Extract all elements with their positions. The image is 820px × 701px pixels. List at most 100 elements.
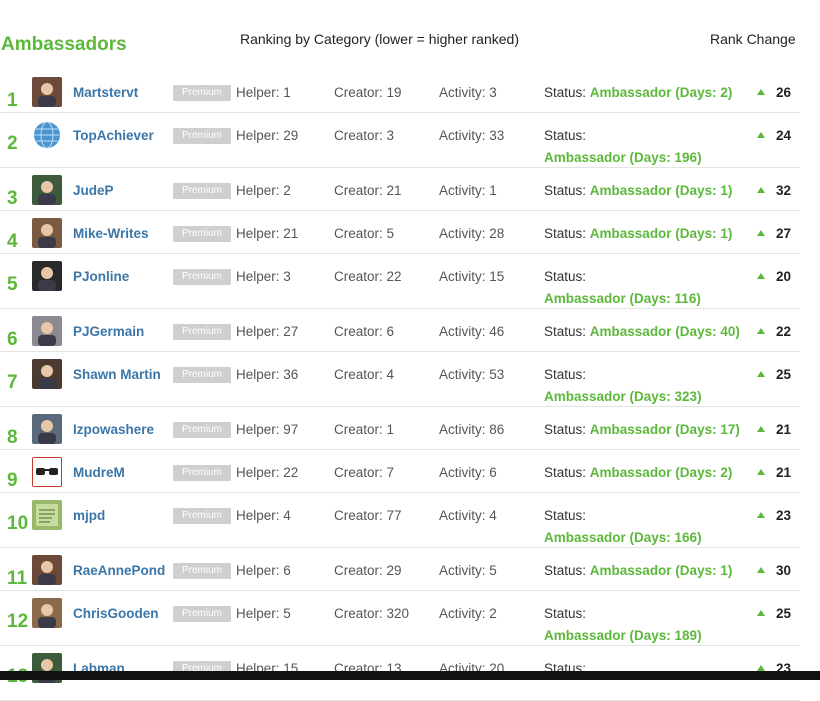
- user-name-link[interactable]: PJGermain: [73, 324, 144, 339]
- helper-value: 97: [283, 422, 299, 437]
- status-value: Ambassador (Days: 116): [544, 291, 701, 306]
- rank-up-arrow-icon: [757, 132, 765, 138]
- helper-rank: Helper: 6: [236, 563, 291, 578]
- avatar[interactable]: [32, 500, 62, 530]
- activity-label: Activity:: [439, 367, 490, 382]
- avatar[interactable]: [32, 414, 62, 444]
- note-icon: [32, 500, 62, 530]
- avatar[interactable]: [32, 261, 62, 291]
- activity-label: Activity:: [439, 508, 490, 523]
- table-row: 8 Izpowashere Premium Helper: 97 Creator: 1 A…: [0, 407, 800, 450]
- creator-value: 21: [386, 183, 402, 198]
- avatar[interactable]: [32, 457, 62, 487]
- premium-badge: Premium: [173, 367, 231, 383]
- rank-number: 10: [7, 513, 29, 534]
- rank-change-value: 22: [776, 324, 792, 339]
- rank-up-arrow-icon: [757, 469, 765, 475]
- creator-value: 320: [386, 606, 410, 621]
- table-row: 2 TopAchiever Premium Helper: 29 Creator: 3 A…: [0, 113, 800, 168]
- activity-label: Activity:: [439, 324, 490, 339]
- activity-rank: Activity: 46: [439, 324, 504, 339]
- helper-label: Helper:: [236, 465, 284, 480]
- creator-label: Creator:: [334, 606, 387, 621]
- premium-badge: Premium: [173, 508, 231, 524]
- rank-change-value: 23: [776, 508, 792, 523]
- creator-value: 4: [386, 367, 395, 382]
- rank-number: 6: [7, 329, 18, 350]
- activity-rank: Activity: 4: [439, 508, 497, 523]
- user-name-link[interactable]: mjpd: [73, 508, 105, 523]
- avatar[interactable]: [32, 77, 62, 107]
- helper-rank: Helper: 21: [236, 226, 298, 241]
- helper-value: 36: [283, 367, 299, 382]
- creator-rank: Creator: 21: [334, 183, 402, 198]
- rank-change-value: 20: [776, 269, 792, 284]
- avatar[interactable]: [32, 218, 62, 248]
- status-value: Ambassador (Days: 166): [544, 530, 702, 545]
- status-label: Status:: [544, 465, 590, 480]
- rank-number: 7: [7, 372, 18, 393]
- activity-rank: Activity: 33: [439, 128, 504, 143]
- premium-badge: Premium: [173, 606, 231, 622]
- helper-value: 29: [283, 128, 299, 143]
- user-name-link[interactable]: MudreM: [73, 465, 125, 480]
- status-value: Ambassador (Days: 323): [544, 389, 702, 404]
- glasses-icon: [32, 457, 62, 487]
- helper-rank: Helper: 22: [236, 465, 298, 480]
- helper-label: Helper:: [236, 269, 284, 284]
- helper-label: Helper:: [236, 508, 284, 523]
- rank-change-value: 25: [776, 606, 792, 621]
- status-label: Status:: [544, 422, 590, 437]
- photo-icon: [32, 598, 62, 628]
- creator-label: Creator:: [334, 465, 387, 480]
- creator-rank: Creator: 5: [334, 226, 394, 241]
- status-label: Status:: [544, 324, 590, 339]
- rank-up-arrow-icon: [757, 371, 765, 377]
- avatar[interactable]: [32, 120, 62, 150]
- rank-number: 3: [7, 188, 18, 209]
- rank-up-arrow-icon: [757, 610, 765, 616]
- user-name-link[interactable]: Martstervt: [73, 85, 138, 100]
- table-row: 12 ChrisGooden Premium Helper: 5 Creator: 32…: [0, 591, 800, 646]
- avatar[interactable]: [32, 359, 62, 389]
- avatar[interactable]: [32, 175, 62, 205]
- avatar[interactable]: [32, 598, 62, 628]
- premium-badge: Premium: [173, 324, 231, 340]
- status-field: Status: Ambassador (Days: 1): [544, 183, 732, 198]
- user-name-link[interactable]: Mike-Writes: [73, 226, 149, 241]
- rank-change-value: 25: [776, 367, 792, 382]
- user-name-link[interactable]: Izpowashere: [73, 422, 154, 437]
- user-name-link[interactable]: PJonline: [73, 269, 129, 284]
- activity-value: 46: [489, 324, 505, 339]
- creator-value: 77: [386, 508, 402, 523]
- user-name-link[interactable]: ChrisGooden: [73, 606, 159, 621]
- status-label: Status:: [544, 183, 590, 198]
- table-row: 4 Mike-Writes Premium Helper: 21 Creator: 5 A…: [0, 211, 800, 254]
- user-name-link[interactable]: TopAchiever: [73, 128, 154, 143]
- activity-rank: Activity: 28: [439, 226, 504, 241]
- helper-rank: Helper: 29: [236, 128, 298, 143]
- activity-value: 5: [489, 563, 497, 578]
- avatar[interactable]: [32, 316, 62, 346]
- helper-value: 21: [283, 226, 299, 241]
- helper-value: 27: [283, 324, 299, 339]
- table-row: 3 JudeP Premium Helper: 2 Creator: 21 Activit…: [0, 168, 800, 211]
- rank-up-arrow-icon: [757, 230, 765, 236]
- status-label: Status:: [544, 563, 590, 578]
- activity-value: 33: [489, 128, 505, 143]
- helper-rank: Helper: 3: [236, 269, 291, 284]
- status-value: Ambassador (Days: 2): [589, 85, 733, 100]
- leaderboard-list: 1 Martstervt Premium Helper: 1 Creator: 19 Ac…: [0, 70, 800, 701]
- activity-rank: Activity: 6: [439, 465, 497, 480]
- status-field: Status: Ambassador (Days: 2): [544, 465, 732, 480]
- avatar[interactable]: [32, 555, 62, 585]
- helper-value: 4: [283, 508, 291, 523]
- user-name-link[interactable]: Shawn Martin: [73, 367, 161, 382]
- helper-label: Helper:: [236, 85, 284, 100]
- user-name-link[interactable]: JudeP: [73, 183, 114, 198]
- creator-rank: Creator: 4: [334, 367, 394, 382]
- creator-rank: Creator: 77: [334, 508, 402, 523]
- helper-value: 3: [283, 269, 291, 284]
- creator-rank: Creator: 6: [334, 324, 394, 339]
- user-name-link[interactable]: RaeAnnePond: [73, 563, 165, 578]
